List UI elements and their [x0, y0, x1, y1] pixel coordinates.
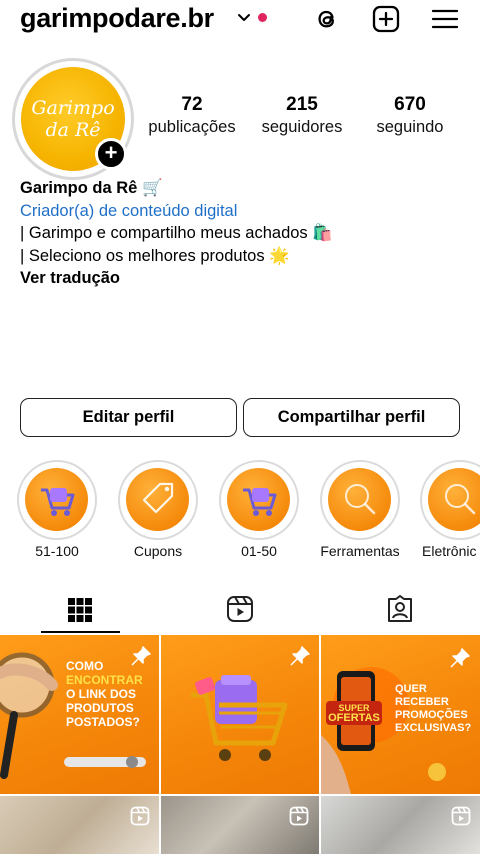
highlight-item[interactable]: Cupons [118, 460, 198, 559]
tagged-user-icon [388, 595, 412, 622]
profile-bio: Garimpo da Rê 🛒 Criador(a) de conteúdo d… [20, 177, 460, 290]
highlight-item[interactable]: Ferramentas [320, 460, 400, 559]
tab-reels[interactable] [200, 587, 280, 635]
highlight-item[interactable]: 01-50 [219, 460, 299, 559]
chevron-down-icon[interactable] [236, 9, 252, 25]
cart-icon [243, 488, 277, 516]
threads-icon[interactable] [312, 4, 342, 34]
post-thumbnail[interactable]: COMO ENCONTRAR O LINK DOS PRODUTOS POSTA… [0, 635, 159, 794]
reel-icon [130, 806, 150, 826]
edit-profile-button[interactable]: Editar perfil [20, 398, 237, 437]
stat-followers-count: 215 [286, 94, 318, 115]
stat-posts[interactable]: 72 publicações [142, 94, 242, 138]
profile-tabs [0, 587, 480, 635]
bio-line-2: | Seleciono os melhores produtos 🌟 [20, 246, 290, 265]
stat-posts-count: 72 [181, 94, 203, 115]
grid-icon [68, 598, 92, 622]
avatar-logo-text: Garimpo da Rê [31, 97, 115, 141]
highlight-label: Ferramentas [320, 543, 400, 559]
stat-following[interactable]: 670 seguindo [362, 94, 458, 138]
profile-category[interactable]: Criador(a) de conteúdo digital [20, 200, 460, 223]
highlight-cover [420, 460, 480, 540]
menu-icon[interactable] [430, 4, 460, 34]
pin-icon [450, 648, 470, 668]
profile-username[interactable]: garimpodare.br [20, 3, 214, 34]
stat-followers[interactable]: 215 seguidores [252, 94, 352, 138]
stat-posts-label: publicações [148, 118, 236, 136]
stat-following-label: seguindo [376, 118, 444, 136]
top-bar: garimpodare.br [0, 0, 480, 40]
post-thumbnail[interactable]: SUPER OFERTAS QUER RECEBER PROMOÇÕES EXC… [321, 635, 480, 794]
reel-icon [451, 806, 471, 826]
reel-thumbnail[interactable] [321, 796, 480, 854]
add-story-button[interactable]: + [95, 138, 127, 170]
tab-posts-grid[interactable] [40, 587, 120, 635]
highlight-label: 01-50 [241, 543, 277, 559]
tab-tagged[interactable] [360, 587, 440, 635]
post-thumbnail[interactable] [161, 635, 319, 794]
highlight-item[interactable]: Eletrônic [420, 460, 480, 559]
cart-icon [41, 488, 75, 516]
highlight-cover [219, 460, 299, 540]
post-caption: COMO ENCONTRAR O LINK DOS PRODUTOS POSTA… [66, 659, 143, 729]
share-profile-button[interactable]: Compartilhar perfil [243, 398, 460, 437]
see-translation-link[interactable]: Ver tradução [20, 267, 460, 290]
magnifier-icon [445, 484, 476, 515]
magnifier-icon [345, 484, 376, 515]
reel-thumbnail[interactable] [0, 796, 159, 854]
stat-following-count: 670 [394, 94, 426, 115]
highlight-item[interactable]: 51-100 [17, 460, 97, 559]
highlight-label: Eletrônic [422, 543, 477, 559]
highlight-label: Cupons [133, 543, 183, 559]
reels-icon [227, 596, 253, 622]
active-tab-indicator [41, 631, 120, 633]
reel-icon [289, 806, 309, 826]
profile-display-name: Garimpo da Rê 🛒 [20, 179, 163, 197]
tag-icon [142, 482, 174, 514]
pin-icon [290, 646, 310, 666]
add-post-icon[interactable] [371, 4, 401, 34]
bio-line-1: | Garimpo e compartilho meus achados 🛍️ [20, 224, 333, 242]
highlight-cover [320, 460, 400, 540]
stat-followers-label: seguidores [261, 118, 343, 136]
highlight-cover [118, 460, 198, 540]
super-offers-badge: SUPER OFERTAS [326, 701, 382, 725]
highlight-cover [17, 460, 97, 540]
notification-dot [258, 13, 267, 22]
highlight-label: 51-100 [35, 543, 79, 559]
reel-thumbnail[interactable] [161, 796, 319, 854]
post-caption: QUER RECEBER PROMOÇÕES EXCLUSIVAS? [395, 683, 472, 734]
